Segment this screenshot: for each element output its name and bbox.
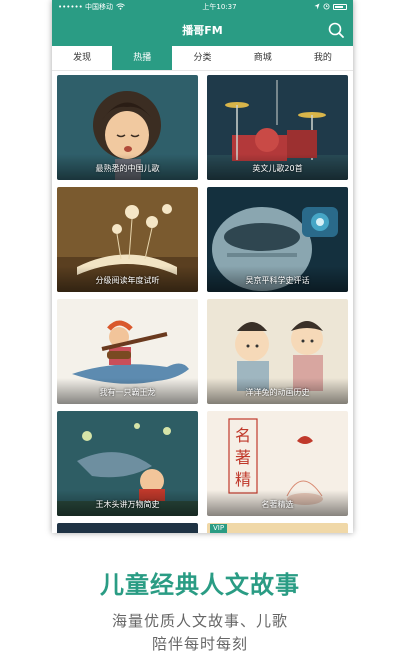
tab-discover[interactable]: 发现 (52, 46, 112, 70)
album-card-science-history[interactable]: 吴京平科学史评话 (207, 187, 348, 292)
album-title: 我有一只霸王龙 (99, 388, 156, 397)
album-card-chinese-songs[interactable]: 最熟悉的中国儿歌 (57, 75, 198, 180)
album-card-animated-history[interactable]: 洋洋兔的动画历史 (207, 299, 348, 404)
battery-icon (333, 4, 347, 10)
clock-text: 上午10:37 (202, 3, 237, 11)
album-title: 洋洋兔的动画历史 (245, 388, 310, 397)
album-title: 吴京平科学史评话 (245, 276, 310, 285)
tab-store[interactable]: 商城 (233, 46, 293, 70)
search-icon[interactable] (327, 21, 345, 39)
carrier-text: •••••• 中国移动 (58, 3, 113, 11)
svg-text:精: 精 (235, 470, 251, 489)
vip-badge: VIP (210, 524, 228, 533)
promo-subtitle-line-1: 海量优质人文故事、儿歌 (111, 612, 288, 630)
alarm-icon (323, 3, 330, 12)
album-title: 最熟悉的中国儿歌 (95, 164, 160, 173)
album-card-brief-history[interactable]: 王木头讲万物简史 (57, 411, 198, 516)
album-title: 名著精选 (261, 500, 294, 509)
album-title: 王木头讲万物简史 (95, 500, 160, 509)
album-card-english-songs[interactable]: 英文儿歌20首 (207, 75, 348, 180)
album-card-graded-reading[interactable]: 分级阅读年度试听 (57, 187, 198, 292)
wifi-icon (116, 2, 125, 12)
location-icon (314, 3, 320, 12)
album-card-tyrannosaurus[interactable]: 我有一只霸王龙 (57, 299, 198, 404)
svg-text:名: 名 (235, 426, 251, 445)
status-bar: •••••• 中国移动 上午10:37 (52, 0, 353, 14)
phone-screen: •••••• 中国移动 上午10:37 播哥FM 发现 热播 分类 商城 我的 (52, 0, 353, 533)
page-title: 播哥FM (182, 24, 223, 37)
promo-subtitle-line-2: 陪伴每时每刻 (151, 635, 248, 653)
album-card-classics[interactable]: 名 著 精 名著精选 (207, 411, 348, 516)
tab-mine[interactable]: 我的 (293, 46, 353, 70)
album-title: 分级阅读年度试听 (95, 276, 160, 285)
svg-text:著: 著 (235, 448, 251, 467)
tab-categories[interactable]: 分类 (172, 46, 232, 70)
promo-headline: 儿童经典人文故事 (100, 571, 300, 599)
album-cover-image (207, 523, 348, 533)
album-card-partial-vip[interactable]: VIP (207, 523, 348, 533)
tab-hot[interactable]: 热播 (112, 46, 173, 70)
album-title: 英文儿歌20首 (252, 164, 303, 173)
album-cover-image (57, 523, 198, 533)
category-tabs: 发现 热播 分类 商城 我的 (52, 46, 353, 71)
album-card-partial[interactable] (57, 523, 198, 533)
top-navigation-bar: 播哥FM (52, 14, 353, 46)
